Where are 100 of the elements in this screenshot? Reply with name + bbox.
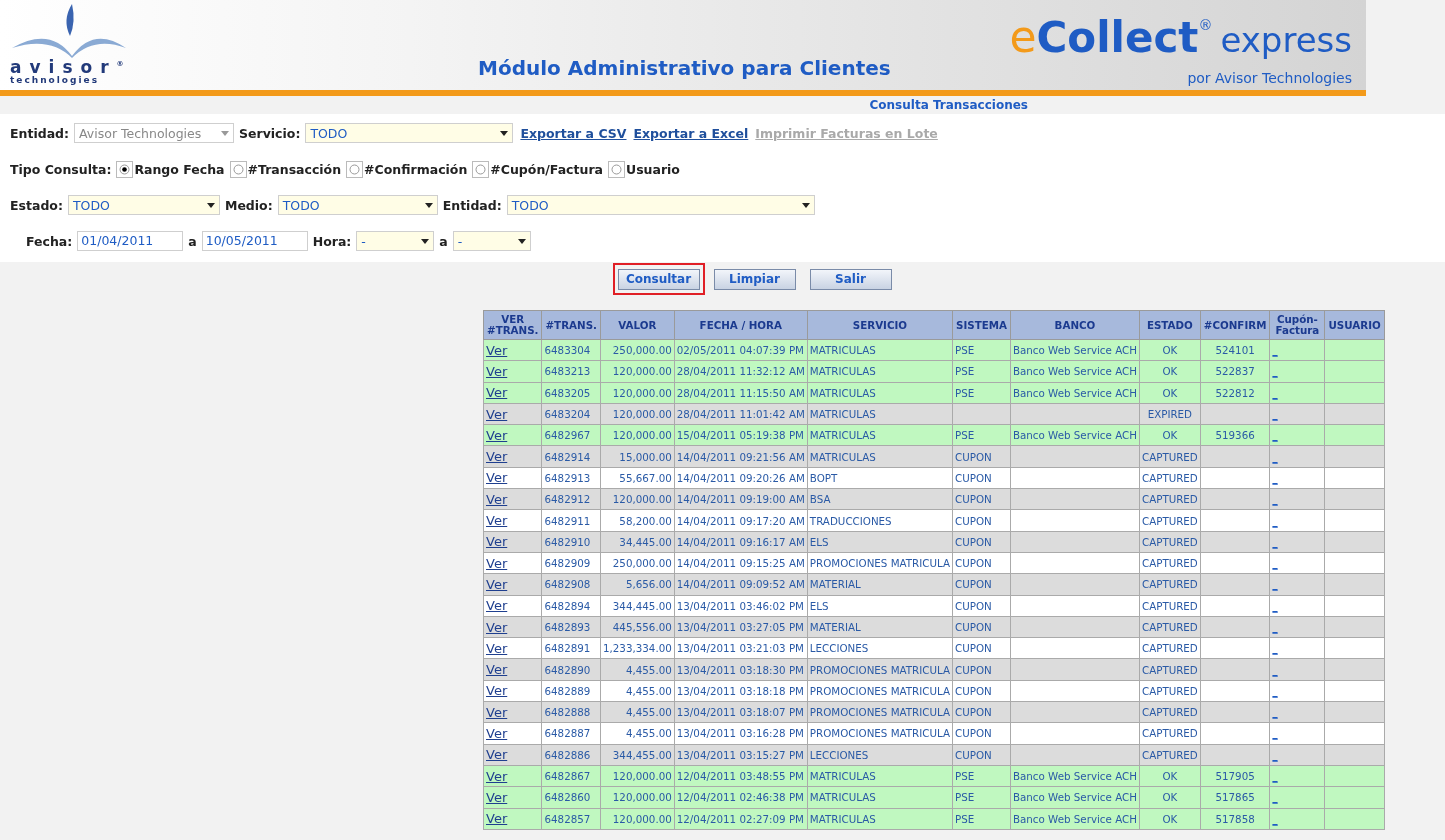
service-select[interactable]: TODO (305, 123, 514, 143)
field-label: Hora: (312, 233, 352, 249)
table-cell: MATERIAL (809, 621, 861, 633)
table-cell: 6483304 (544, 344, 591, 357)
entity-select[interactable]: Avisor Technologies (74, 123, 235, 143)
invoice-link[interactable]: _ (1272, 344, 1278, 357)
date-to-field[interactable]: 10/05/2011 (201, 231, 308, 251)
invoice-link[interactable]: _ (1272, 706, 1278, 719)
table-cell: 14/04/2011 09:09:52 AM (676, 578, 805, 591)
invoice-link[interactable]: _ (1272, 429, 1278, 442)
radio-button[interactable] (119, 163, 131, 175)
caret-icon (801, 202, 810, 208)
table-cell: 6482911 (544, 514, 591, 527)
invoice-link[interactable]: _ (1272, 557, 1278, 570)
invoice-link[interactable]: _ (1272, 535, 1278, 548)
invoice-link[interactable]: _ (1272, 450, 1278, 463)
table-cell: 13/04/2011 03:46:02 PM (676, 599, 804, 612)
invoice-link[interactable]: _ (1272, 365, 1278, 378)
radio-button[interactable] (611, 163, 622, 175)
table-cell: 1,233,334.00 (603, 642, 672, 655)
invoice-link[interactable]: _ (1272, 748, 1278, 761)
table-cell: 34,445.00 (619, 535, 672, 548)
table-cell: CUPON (955, 471, 992, 484)
table-cell: CAPTURED (1141, 514, 1198, 527)
table-cell: OK (1162, 365, 1178, 378)
table-cell: MATRICULAS (809, 408, 876, 421)
invoice-link[interactable]: _ (1272, 770, 1278, 783)
invoice-link[interactable]: _ (1272, 514, 1278, 527)
table-cell: 4,455.00 (625, 706, 672, 719)
column-header: #CONFIRM (1200, 310, 1270, 340)
table-cell: BSA (809, 493, 831, 506)
table-cell: Banco Web Service ACH (1012, 344, 1137, 357)
invoice-link[interactable]: _ (1272, 408, 1278, 421)
field-label: Tipo Consulta: (10, 161, 112, 177)
table-cell: CAPTURED (1141, 642, 1198, 655)
table-cell: 14/04/2011 09:15:25 AM (676, 557, 805, 570)
table-cell: PROMOCIONES MATRICULA (809, 684, 950, 697)
table-cell: 28/04/2011 11:15:50 AM (676, 386, 805, 399)
invoice-link[interactable]: _ (1272, 621, 1278, 633)
invoice-link[interactable]: _ (1272, 642, 1278, 655)
action-button[interactable]: Salir (809, 268, 892, 290)
table-cell: 6482912 (544, 493, 591, 506)
entity-select[interactable]: TODO (506, 195, 815, 215)
table-cell: EXPIRED (1147, 408, 1193, 421)
channel-select[interactable]: TODO (277, 195, 438, 215)
table-cell: 14/04/2011 09:16:17 AM (676, 535, 805, 548)
invoice-link[interactable]: _ (1272, 578, 1278, 591)
table-cell: 519366 (1215, 429, 1255, 442)
action-button[interactable]: Limpiar (713, 268, 796, 290)
table-cell: 55,667.00 (619, 471, 672, 484)
table-cell: 6482887 (544, 727, 591, 740)
table-cell: 524101 (1215, 344, 1255, 357)
table-cell: 344,455.00 (612, 748, 672, 761)
invoice-link[interactable]: _ (1272, 599, 1278, 612)
table-cell: 6482857 (544, 812, 591, 825)
column-header: SISTEMA (952, 310, 1011, 340)
radio-button[interactable] (349, 163, 361, 175)
export-link[interactable]: Exportar a CSV (520, 125, 627, 141)
page-title: Consulta Transacciones (869, 98, 1028, 112)
status-select[interactable]: TODO (67, 195, 220, 215)
table-cell: 02/05/2011 04:07:39 PM (676, 344, 804, 357)
hour-to-select[interactable]: - (452, 231, 531, 251)
invoice-link[interactable]: _ (1272, 791, 1278, 804)
invoice-link[interactable]: _ (1272, 663, 1278, 676)
date-from-field[interactable]: 01/04/2011 (77, 231, 184, 251)
table-cell: CUPON (955, 493, 992, 506)
invoice-link[interactable]: _ (1272, 727, 1278, 740)
table-cell: 517905 (1215, 770, 1255, 783)
table-cell: MATRICULAS (809, 344, 876, 357)
invoice-link[interactable]: _ (1272, 471, 1278, 484)
hour-from-select[interactable]: - (356, 231, 435, 251)
caret-icon (421, 238, 430, 244)
column-header: BANCO (1010, 310, 1140, 340)
table-cell: CUPON (955, 684, 992, 697)
table-cell: 14/04/2011 09:21:56 AM (676, 450, 805, 463)
invoice-link[interactable]: _ (1272, 684, 1278, 697)
module-title: Módulo Administrativo para Clientes (478, 56, 891, 82)
export-link[interactable]: Exportar a Excel (633, 125, 749, 141)
table-cell: 14/04/2011 09:17:20 AM (676, 514, 805, 527)
invoice-link[interactable]: _ (1272, 812, 1278, 825)
invoice-link[interactable]: _ (1272, 493, 1278, 506)
table-cell: 517865 (1215, 791, 1255, 804)
table-cell: 250,000.00 (612, 344, 672, 357)
table-cell: Banco Web Service ACH (1012, 791, 1137, 804)
column-header: #TRANS. (542, 310, 601, 340)
table-cell: CAPTURED (1141, 450, 1198, 463)
table-cell: 13/04/2011 03:21:03 PM (676, 642, 804, 655)
radio-button[interactable] (475, 163, 487, 175)
table-cell: MATRICULAS (809, 365, 876, 378)
table-cell: PSE (955, 365, 975, 378)
invoice-link[interactable]: _ (1272, 386, 1278, 399)
table-cell: MATRICULAS (809, 429, 876, 442)
table-cell: CAPTURED (1141, 727, 1198, 740)
table-cell: 6482893 (544, 621, 591, 633)
logo-tagline: technologies (10, 75, 99, 86)
table-cell: 4,455.00 (625, 663, 672, 676)
action-button[interactable]: Consultar (617, 268, 700, 290)
radio-button[interactable] (232, 163, 244, 175)
table-cell: CAPTURED (1141, 493, 1198, 506)
field-label: Entidad: (10, 125, 70, 141)
